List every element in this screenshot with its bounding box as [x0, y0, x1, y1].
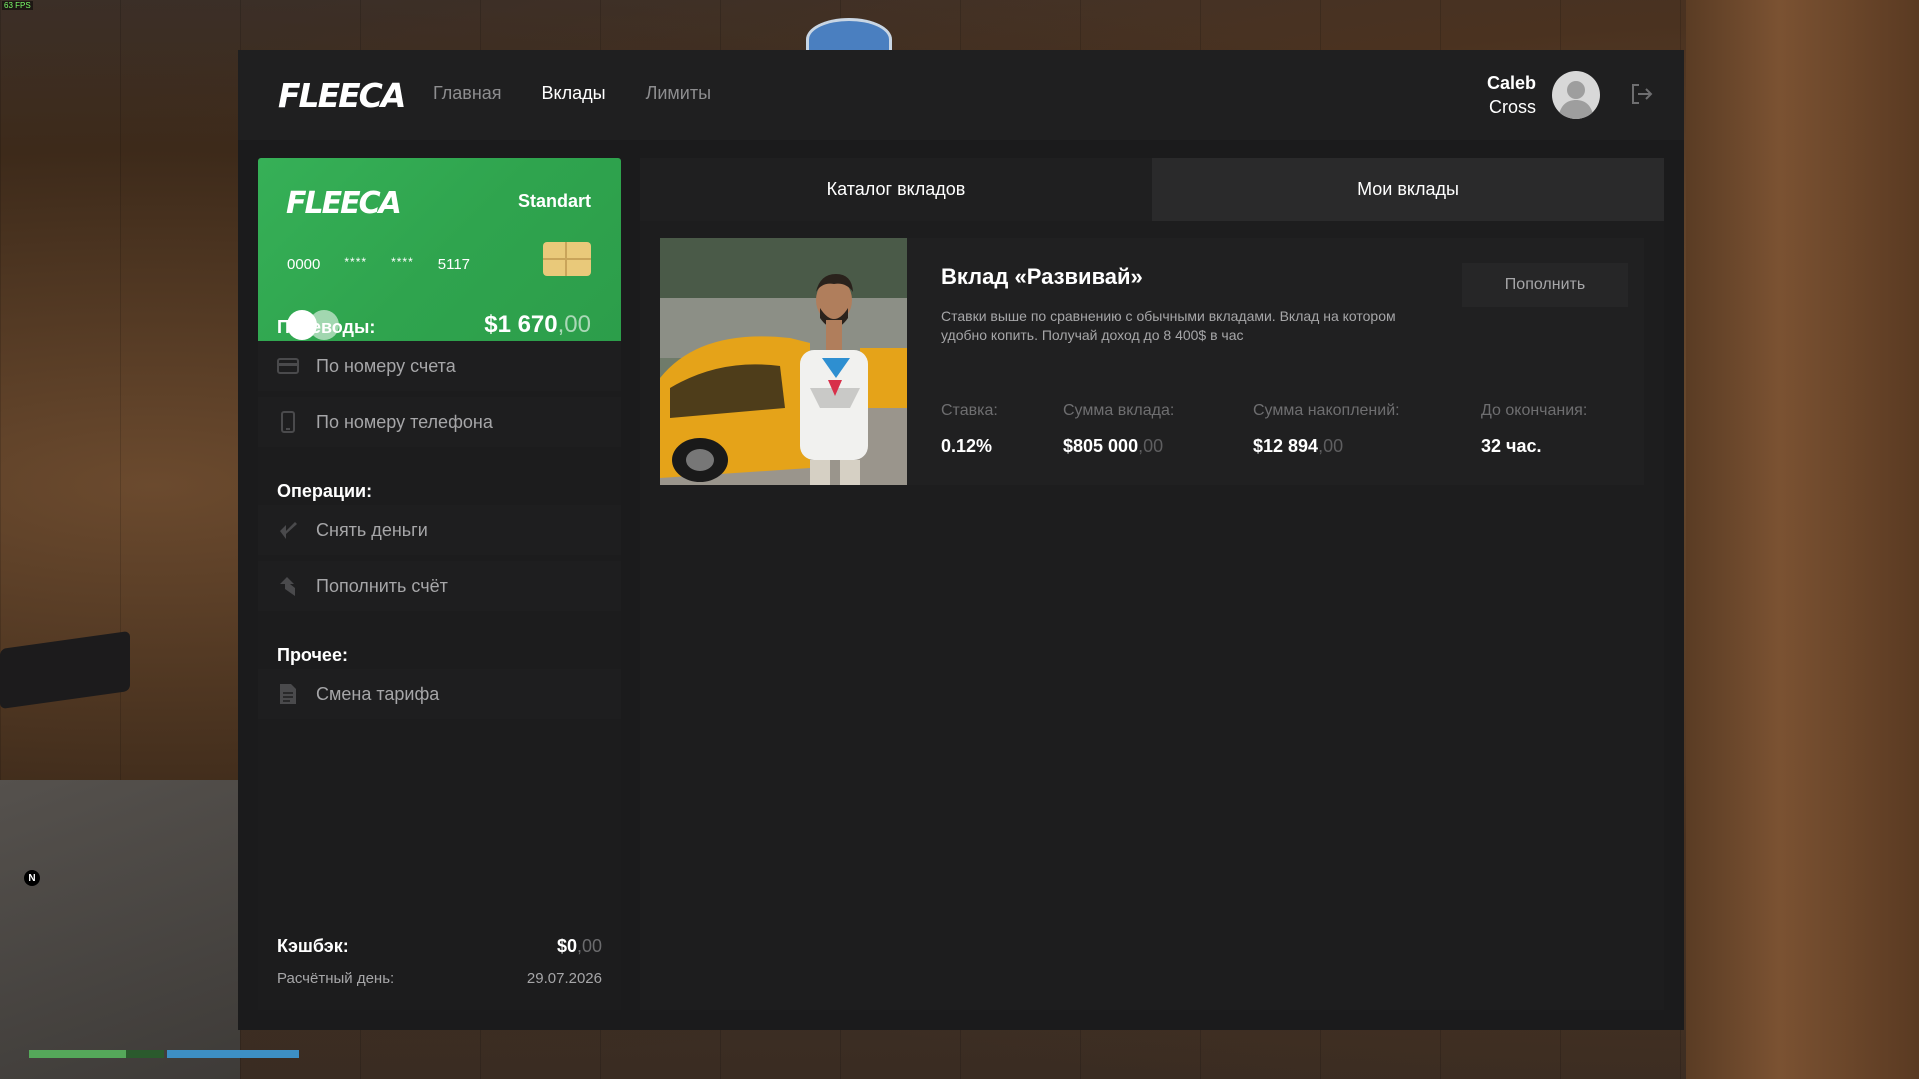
card-chip-icon [543, 242, 591, 276]
billing-row: Расчётный день: 29.07.2026 [277, 970, 602, 987]
tabs: Каталог вкладов Мои вклады [640, 158, 1664, 221]
stat-remaining: До окончания: 32 час. [1481, 402, 1587, 457]
stat-accumulated: Сумма накоплений: $12 894,00 [1253, 402, 1400, 457]
avatar[interactable] [1552, 71, 1600, 119]
health-fill [29, 1050, 127, 1058]
armor-bar [167, 1050, 299, 1058]
sidebar-item-change-tariff[interactable]: Смена тарифа [258, 669, 621, 719]
stat-value: $805 000,00 [1063, 436, 1174, 457]
card-number-part: **** [391, 254, 414, 269]
main-content: Каталог вкладов Мои вклады Вклад «Развив… [640, 158, 1664, 1010]
stat-value-main: 32 час. [1481, 436, 1542, 456]
armor-fill [167, 1050, 299, 1058]
stat-value-main: $12 894 [1253, 436, 1319, 456]
deposit-description: Ставки выше по сравнению с обычными вкла… [941, 308, 1396, 343]
nav-limits[interactable]: Лимиты [646, 83, 711, 104]
stat-label: Сумма накоплений: [1253, 402, 1400, 419]
cashback-row: Кэшбэк: $0,00 [277, 936, 602, 957]
card-balance-cents: ,00 [557, 311, 591, 338]
cashback-main: $0 [556, 936, 577, 956]
compass-north-icon: N [24, 870, 40, 886]
other-title: Прочее: [277, 645, 348, 665]
card-number-part: 0000 [287, 256, 321, 273]
card-logo: FLEECA [286, 186, 402, 221]
cashback-value: $0,00 [557, 936, 602, 957]
sidebar-item-deposit[interactable]: Пополнить счёт [258, 561, 621, 611]
nav-deposits[interactable]: Вклады [542, 83, 606, 104]
deposit-image [660, 238, 907, 485]
tab-my-deposits[interactable]: Мои вклады [1152, 158, 1664, 221]
stat-deposit-amount: Сумма вклада: $805 000,00 [1063, 402, 1174, 457]
user-first-name: Caleb [1486, 73, 1536, 93]
stat-label: Сумма вклада: [1063, 402, 1175, 419]
stat-label: Ставка: [941, 402, 998, 419]
user-last-name: Cross [1488, 97, 1536, 117]
sidebar-item-label: По номеру счета [316, 355, 456, 376]
tab-catalog[interactable]: Каталог вкладов [640, 158, 1152, 221]
sidebar-item-withdraw[interactable]: Снять деньги [258, 505, 621, 555]
deposit-card: Вклад «Развивай» Ставки выше по сравнени… [660, 238, 1644, 485]
sidebar-item-transfer-phone[interactable]: По номеру телефона [258, 397, 621, 447]
card-tariff: Standart [517, 191, 591, 211]
document-icon [277, 683, 299, 705]
card-number-part: **** [344, 254, 368, 269]
card-balance-main: $1 670 [484, 311, 558, 338]
stat-rate: Ставка: 0.12% [941, 402, 998, 457]
game-wall [1686, 0, 1919, 1079]
logout-icon[interactable] [1628, 80, 1656, 108]
stat-value-main: 0.12% [941, 436, 993, 456]
billing-label: Расчётный день: [277, 970, 395, 987]
card-number-part: 5117 [437, 256, 471, 273]
deposit-arrow-icon [277, 575, 299, 597]
phone-icon [277, 411, 299, 433]
sidebar-item-label: Пополнить счёт [316, 575, 448, 596]
stat-value: 0.12% [941, 436, 998, 457]
sidebar-item-label: Смена тарифа [316, 683, 440, 704]
withdraw-arrow-icon [277, 519, 299, 541]
card-balance: $1 670,00 [484, 311, 591, 339]
card-number: 0000 **** **** 5117 [287, 254, 471, 274]
game-floor [0, 780, 240, 1079]
user-name: Caleb Cross [1487, 71, 1536, 119]
main-nav: Главная Вклады Лимиты [433, 83, 711, 104]
health-bar [29, 1050, 164, 1058]
stat-value: $12 894,00 [1253, 436, 1400, 457]
deposit-title: Вклад «Развивай» [941, 264, 1143, 289]
stat-value-main: $805 000 [1063, 436, 1139, 456]
sidebar-item-label: Снять деньги [316, 519, 428, 540]
credit-card-icon [277, 355, 299, 377]
stat-value-cents: ,00 [1318, 436, 1344, 456]
hud-status-bars [29, 1050, 299, 1058]
bank-card: FLEECA Standart 0000 **** **** 5117 $1 6… [258, 158, 621, 367]
fleeca-logo: FLEECA [278, 76, 406, 115]
user-silhouette-icon [1558, 81, 1594, 119]
stat-value: 32 час. [1481, 436, 1587, 457]
nav-home[interactable]: Главная [433, 83, 502, 104]
sidebar-item-label: По номеру телефона [316, 411, 493, 432]
header: FLEECA Главная Вклады Лимиты Caleb Cross [238, 50, 1684, 140]
operations-title: Операции: [277, 481, 373, 501]
topup-button[interactable]: Пополнить [1462, 263, 1628, 307]
stat-label: До окончания: [1481, 402, 1588, 419]
sidebar-item-transfer-account[interactable]: По номеру счета [258, 341, 621, 391]
bank-window: FLEECA Главная Вклады Лимиты Caleb Cross… [238, 50, 1684, 1030]
billing-date: 29.07.2026 [526, 970, 602, 987]
cashback-label: Кэшбэк: [277, 936, 349, 956]
cashback-cents: ,00 [576, 936, 602, 956]
stat-value-cents: ,00 [1138, 436, 1164, 456]
fps-counter: 63 FPS [2, 1, 33, 10]
